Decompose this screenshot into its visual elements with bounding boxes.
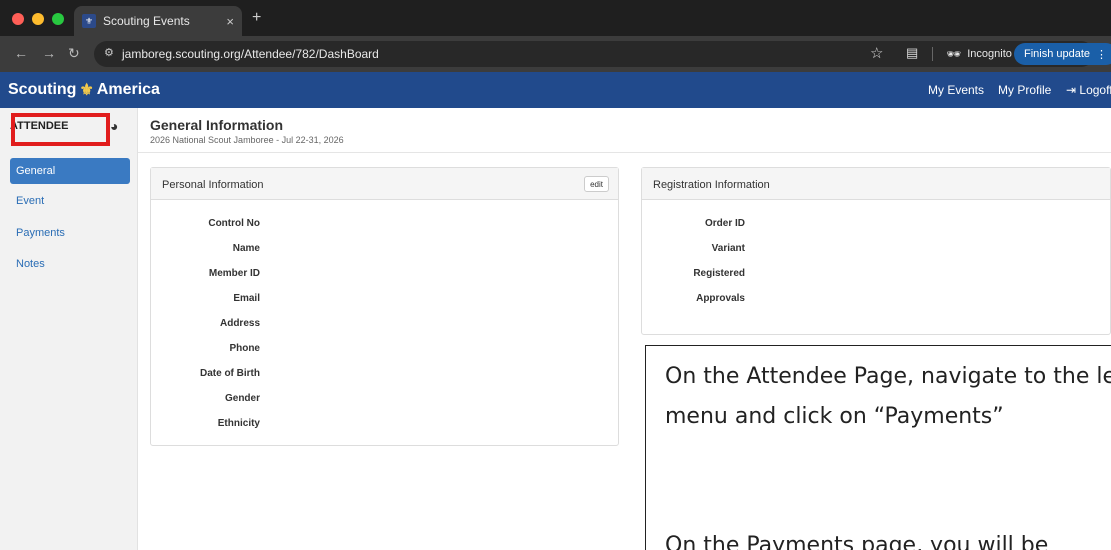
browser-tab-bar: ⚜ Scouting Events × + — [0, 0, 1111, 36]
personal-panel-header: Personal Information edit — [151, 168, 618, 200]
registration-panel-title: Registration Information — [653, 179, 770, 191]
sidebar-item-event[interactable]: Event — [10, 188, 130, 214]
field-label-email: Email — [233, 293, 260, 304]
field-label-approvals: Approvals — [696, 293, 745, 304]
sidebar: ATTENDEE ◕ General Event Payments Notes — [0, 108, 138, 550]
nav-my-profile[interactable]: My Profile — [998, 83, 1051, 97]
field-label-address: Address — [219, 318, 260, 329]
back-arrow-icon[interactable]: ← — [14, 45, 28, 61]
reload-icon[interactable]: ↻ — [68, 45, 80, 62]
tab-title: Scouting Events — [103, 14, 190, 28]
bookmark-star-icon[interactable]: ☆ — [870, 44, 883, 62]
brand-text-right: America — [96, 81, 160, 98]
instruction-line-1: On the Attendee Page, navigate to the le… — [665, 364, 1111, 389]
incognito-label: Incognito — [967, 48, 1012, 60]
bsa-favicon-icon: ⚜ — [82, 14, 96, 28]
finish-update-button[interactable]: Finish update ⋮ — [1014, 43, 1111, 65]
field-label-gender: Gender — [224, 393, 260, 404]
instruction-line-3: On the Payments page, you will be — [665, 533, 1049, 550]
nav-logoff-label: Logoff — [1079, 83, 1111, 97]
browser-tab[interactable]: ⚜ Scouting Events × — [74, 6, 242, 36]
new-tab-icon[interactable]: + — [252, 9, 261, 27]
header-divider — [138, 152, 1111, 153]
page-subtitle: 2026 National Scout Jamboree - Jul 22-31… — [150, 135, 344, 145]
dashboard-gauge-icon[interactable]: ◕ — [110, 118, 118, 134]
field-label-member-id: Member ID — [208, 268, 260, 279]
registration-panel-header: Registration Information — [642, 168, 1110, 200]
personal-panel-title: Personal Information — [162, 179, 264, 191]
sidebar-item-payments[interactable]: Payments — [10, 220, 130, 246]
page-title: General Information — [150, 117, 284, 133]
close-window-icon[interactable] — [12, 13, 24, 25]
site-settings-icon[interactable]: ⚙ — [104, 46, 114, 59]
field-label-registered: Registered — [693, 268, 745, 279]
incognito-indicator[interactable]: 🕶 Incognito — [946, 47, 1012, 61]
field-label-variant: Variant — [711, 243, 745, 254]
browser-toolbar: ← → ↻ ⚙ jamboreg.scouting.org/Attendee/7… — [0, 36, 1111, 72]
toolbar-divider — [932, 47, 933, 61]
brand-logo[interactable]: Scouting ⚜ America — [8, 80, 160, 100]
personal-information-panel: Personal Information edit Control No Nam… — [150, 167, 619, 446]
field-label-date-of-birth: Date of Birth — [200, 368, 260, 379]
finish-update-label: Finish update — [1024, 48, 1091, 60]
maximize-window-icon[interactable] — [52, 13, 64, 25]
sidebar-item-notes[interactable]: Notes — [10, 251, 130, 277]
reading-list-icon[interactable]: ▤ — [906, 45, 918, 61]
url-text[interactable]: jamboreg.scouting.org/Attendee/782/DashB… — [122, 47, 379, 61]
field-label-order-id: Order ID — [704, 218, 745, 229]
edit-button[interactable]: edit — [584, 176, 609, 192]
fleur-de-lis-icon: ⚜ — [79, 82, 94, 99]
instruction-line-2: menu and click on “Payments” — [665, 404, 1004, 429]
app-navbar: Scouting ⚜ America My Events My Profile … — [0, 72, 1111, 108]
field-label-phone: Phone — [229, 343, 260, 354]
brand-text-left: Scouting — [8, 81, 77, 98]
instruction-callout: On the Attendee Page, navigate to the le… — [645, 345, 1111, 550]
minimize-window-icon[interactable] — [32, 13, 44, 25]
field-label-control-no: Control No — [208, 218, 260, 229]
field-label-name: Name — [232, 243, 260, 254]
address-bar[interactable]: ⚙ jamboreg.scouting.org/Attendee/782/Das… — [94, 41, 1111, 67]
sidebar-header: ATTENDEE — [10, 120, 69, 132]
logoff-icon: ⇥ — [1066, 83, 1080, 97]
field-label-ethnicity: Ethnicity — [217, 418, 260, 429]
more-vert-icon: ⋮ — [1096, 48, 1108, 61]
nav-my-events[interactable]: My Events — [928, 83, 984, 97]
incognito-icon: 🕶 — [946, 47, 962, 61]
forward-arrow-icon[interactable]: → — [42, 45, 56, 61]
tab-close-icon[interactable]: × — [226, 14, 234, 29]
nav-logoff[interactable]: ⇥ Logoff — [1066, 83, 1111, 97]
registration-information-panel: Registration Information Order ID Varian… — [641, 167, 1111, 335]
sidebar-item-general[interactable]: General — [10, 158, 130, 184]
